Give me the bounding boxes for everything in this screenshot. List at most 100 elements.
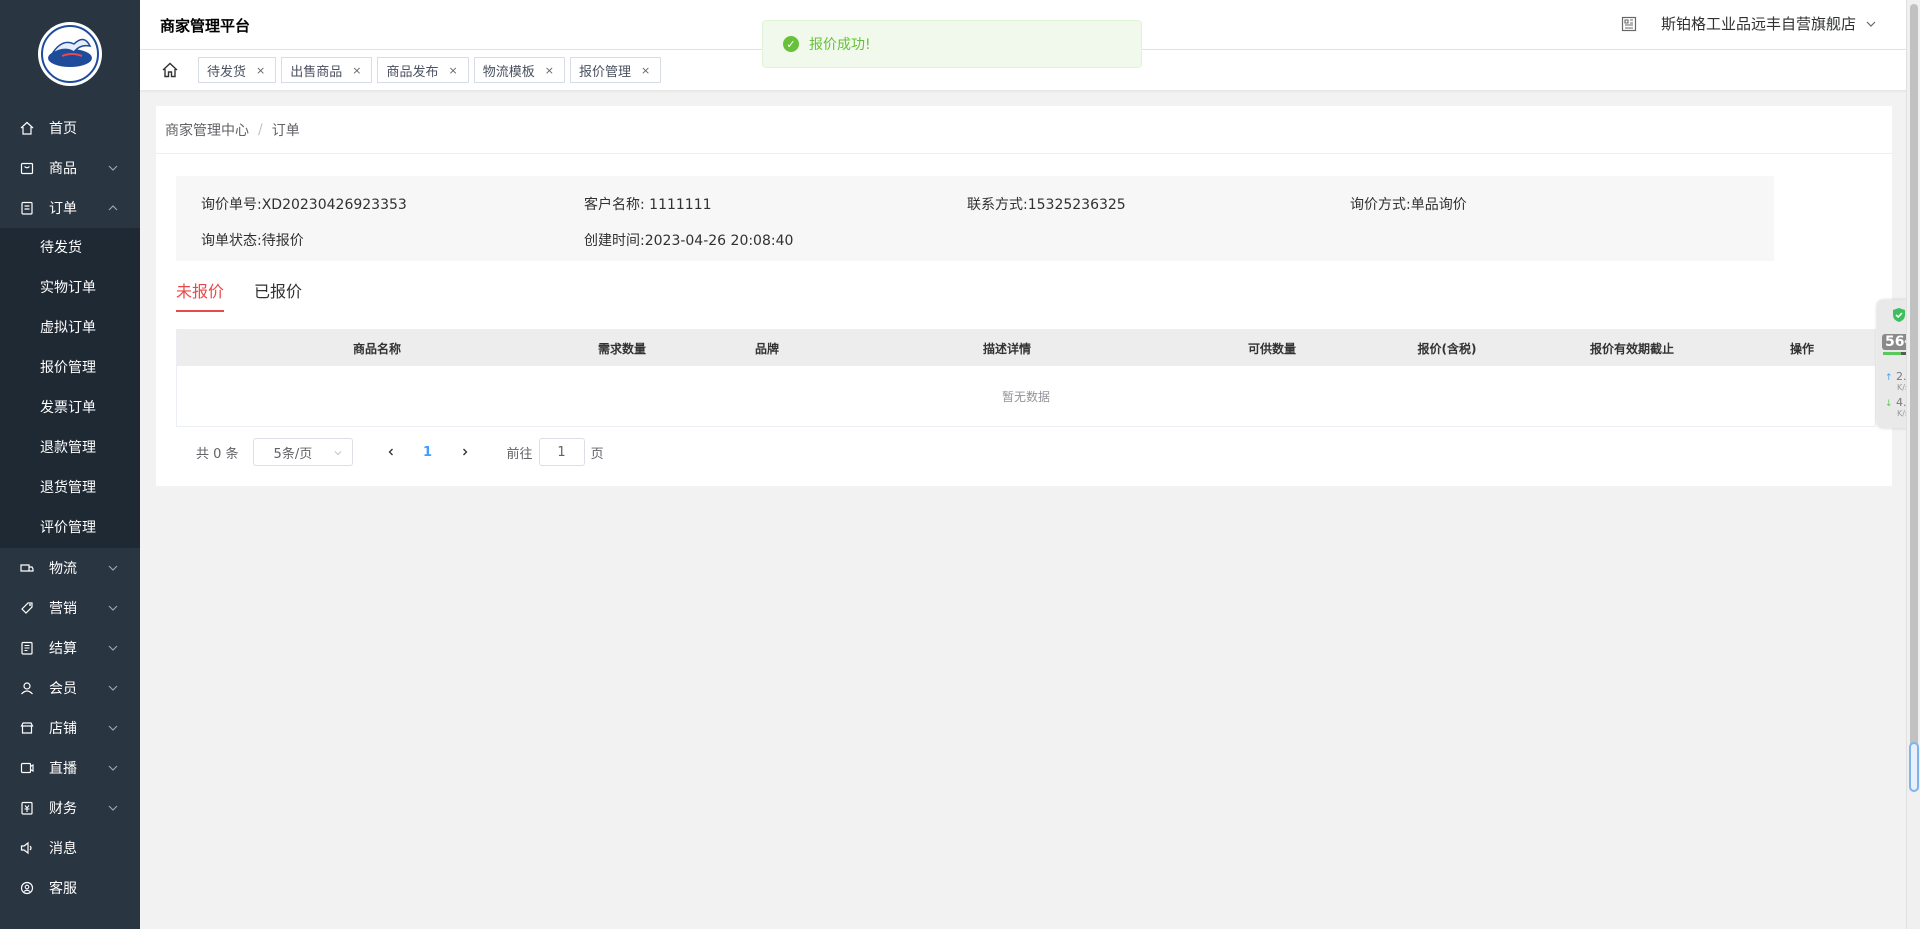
goto-prefix: 前往	[506, 446, 533, 462]
customer-value: 1111111	[649, 197, 712, 213]
chevron-down-icon	[108, 165, 118, 171]
breadcrumb: 商家管理中心 / 订单	[156, 106, 1892, 154]
logistics-icon	[20, 561, 34, 575]
logo-area	[0, 0, 140, 108]
quote-status-tabs: 未报价 已报价	[176, 278, 332, 312]
sidebar-item-label: 客服	[49, 881, 77, 897]
info-row: 询价单号:XD20230426923353 客户名称: 1111111 联系方式…	[201, 186, 1774, 222]
close-icon[interactable]: ×	[545, 64, 554, 77]
order-icon	[20, 201, 34, 215]
chevron-right-icon	[462, 448, 467, 456]
goods-icon	[20, 161, 34, 175]
home-icon	[162, 62, 178, 78]
sidebar-item-label: 结算	[49, 641, 77, 657]
inquiry-no-label: 询价单号:	[201, 197, 262, 213]
prev-page-button[interactable]	[377, 438, 405, 466]
sidebar-item-store[interactable]: 店铺	[0, 708, 140, 748]
chevron-down-icon	[108, 685, 118, 691]
submenu-item-review-management[interactable]: 评价管理	[0, 508, 140, 548]
tab-pending-ship[interactable]: 待发货 ×	[198, 57, 277, 83]
submenu-item-invoice-orders[interactable]: 发票订单	[0, 388, 140, 428]
tab-selling-goods[interactable]: 出售商品 ×	[281, 57, 373, 83]
check-circle-icon: ✓	[783, 36, 799, 52]
tab-label: 待发货	[207, 64, 247, 80]
created-label: 创建时间:	[584, 233, 645, 249]
sidebar-item-label: 订单	[49, 201, 77, 217]
column-header: 商品名称	[352, 341, 401, 356]
next-page-button[interactable]	[451, 438, 479, 466]
inquiry-no-value: XD20230426923353	[261, 197, 407, 213]
column-header: 可供数量	[1247, 341, 1296, 356]
goto-page: 前往 页	[507, 438, 604, 466]
submenu-item-refund-management[interactable]: 退款管理	[0, 428, 140, 468]
breadcrumb-root[interactable]: 商家管理中心	[165, 120, 249, 140]
sidebar-item-home[interactable]: 首页	[0, 108, 140, 148]
home-tab-button[interactable]	[160, 60, 180, 80]
member-icon	[20, 681, 34, 695]
marketing-icon	[20, 601, 34, 615]
contact-value: 15325236325	[1027, 197, 1126, 213]
table-header: 商品名称 需求数量 品牌 描述详情 可供数量 报价(含税) 报价有效期截止 操作	[177, 330, 1875, 366]
sidebar-item-goods[interactable]: 商品	[0, 148, 140, 188]
shield-check-icon	[1893, 308, 1905, 322]
chevron-down-icon	[108, 725, 118, 731]
page-size-select[interactable]: 5条/页	[252, 438, 353, 466]
main-content: 商家管理中心 / 订单 询价单号:XD20230426923353 客户名称: …	[156, 106, 1892, 486]
close-icon[interactable]: ×	[448, 64, 457, 77]
finance-icon	[20, 801, 34, 815]
store-icon	[20, 721, 34, 735]
method-value: 单品询价	[1410, 197, 1467, 213]
inquiry-method: 询价方式:单品询价	[1350, 194, 1733, 214]
chevron-down-icon	[334, 451, 341, 456]
tab-quoted[interactable]: 已报价	[254, 278, 302, 312]
created-value: 2023-04-26 20:08:40	[644, 233, 794, 249]
submenu-item-pending-ship[interactable]: 待发货	[0, 228, 140, 268]
scroll-handle[interactable]	[1909, 742, 1919, 792]
submenu-item-return-management[interactable]: 退货管理	[0, 468, 140, 508]
scrollbar-thumb[interactable]	[1910, 4, 1918, 784]
submenu-item-virtual-orders[interactable]: 虚拟订单	[0, 308, 140, 348]
chevron-down-icon	[108, 605, 118, 611]
qrcode-icon[interactable]	[1621, 16, 1637, 32]
cpu-usage-fill	[1883, 352, 1901, 355]
tab-quote-management[interactable]: 报价管理 ×	[569, 57, 662, 83]
sidebar-item-member[interactable]: 会员	[0, 668, 140, 708]
settlement-icon	[20, 641, 34, 655]
shop-name[interactable]: 斯铂格工业品远丰自营旗舰店	[1661, 13, 1856, 34]
sidebar-item-live[interactable]: 直播	[0, 748, 140, 788]
sidebar-item-marketing[interactable]: 营销	[0, 588, 140, 628]
close-icon[interactable]: ×	[352, 64, 361, 77]
tab-unquoted[interactable]: 未报价	[176, 278, 225, 312]
method-label: 询价方式:	[1350, 197, 1411, 213]
close-icon[interactable]: ×	[641, 64, 650, 77]
page-number-current[interactable]: 1	[413, 445, 443, 460]
home-icon	[20, 121, 34, 135]
shop-switcher[interactable]: 斯铂格工业品远丰自营旗舰店	[1621, 13, 1878, 34]
close-icon[interactable]: ×	[256, 64, 265, 77]
column-header: 需求数量	[597, 341, 646, 356]
sidebar-item-label: 消息	[49, 841, 77, 857]
sidebar-item-order[interactable]: 订单	[0, 188, 140, 228]
sidebar-item-settlement[interactable]: 结算	[0, 628, 140, 668]
sidebar-item-message[interactable]: 消息	[0, 828, 140, 868]
goto-page-input[interactable]	[538, 438, 585, 466]
submenu-item-quote-management[interactable]: 报价管理	[0, 348, 140, 388]
chevron-down-icon	[108, 805, 118, 811]
chevron-down-icon[interactable]	[1864, 17, 1878, 31]
sidebar-item-finance[interactable]: 财务	[0, 788, 140, 828]
tab-goods-publish[interactable]: 商品发布 ×	[377, 57, 469, 83]
toast-message: 报价成功!	[809, 37, 871, 53]
tab-logistics-template[interactable]: 物流模板 ×	[473, 57, 565, 83]
column-header: 操作	[1789, 341, 1814, 356]
contact-label: 联系方式:	[967, 197, 1028, 213]
tab-label: 商品发布	[386, 64, 439, 80]
sidebar-item-service[interactable]: 客服	[0, 868, 140, 908]
inquiry-status: 询单状态:待报价	[201, 230, 584, 250]
page-size-value: 5条/页	[273, 446, 313, 462]
live-icon	[20, 761, 34, 775]
submenu-item-physical-orders[interactable]: 实物订单	[0, 268, 140, 308]
sidebar-item-logistics[interactable]: 物流	[0, 548, 140, 588]
status-label: 询单状态:	[201, 233, 262, 249]
chevron-up-icon	[108, 205, 118, 211]
page-scrollbar[interactable]	[1906, 0, 1920, 929]
